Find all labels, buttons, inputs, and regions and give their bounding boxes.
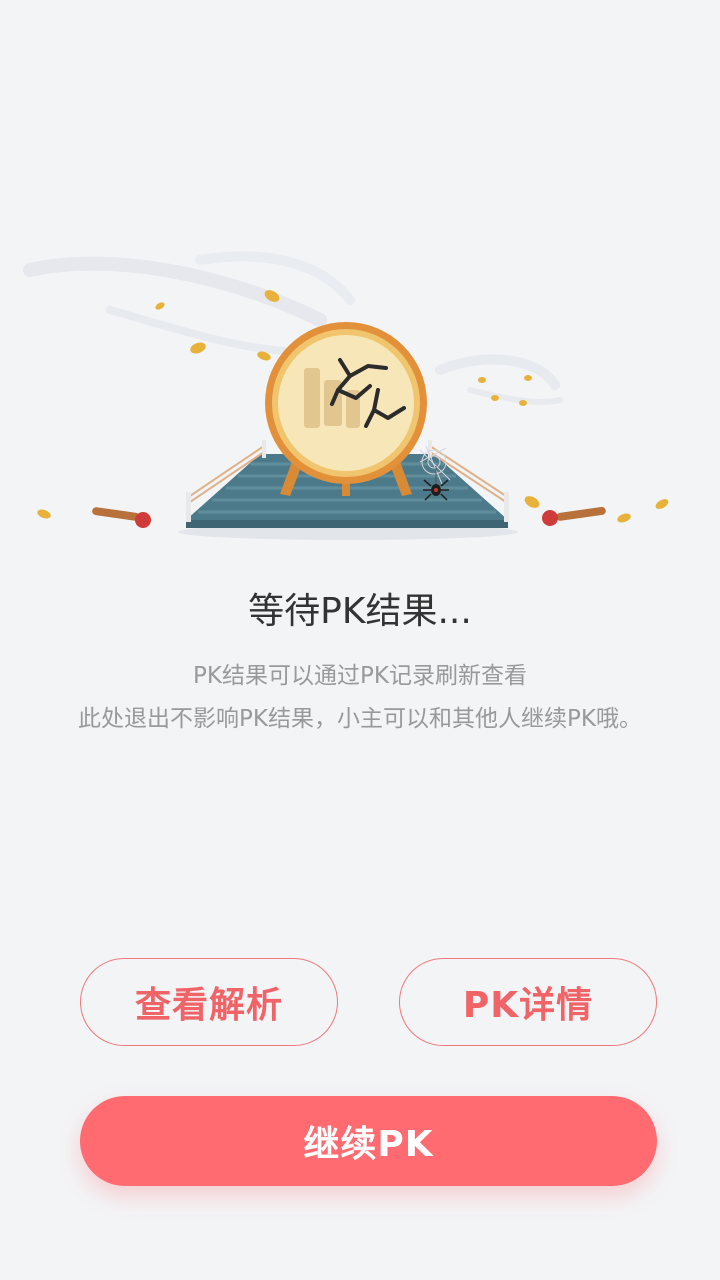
mallet-icon xyxy=(92,507,151,528)
gong-icon xyxy=(265,322,427,484)
cracked-gong-illustration xyxy=(23,251,669,540)
waiting-pk-result-page: 等待PK结果... PK结果可以通过PK记录刷新查看 此处退出不影响PK结果，小… xyxy=(0,0,720,1280)
pk-details-button[interactable]: PK详情 xyxy=(399,958,657,1046)
status-description-line1: PK结果可以通过PK记录刷新查看 xyxy=(193,663,527,689)
mallet-icon xyxy=(542,506,606,526)
status-title: 等待PK结果... xyxy=(248,591,472,632)
view-analysis-button[interactable]: 查看解析 xyxy=(80,958,338,1046)
continue-pk-button[interactable]: 继续PK xyxy=(80,1096,657,1186)
status-description-line2: 此处退出不影响PK结果，小主可以和其他人继续PK哦。 xyxy=(78,706,642,732)
